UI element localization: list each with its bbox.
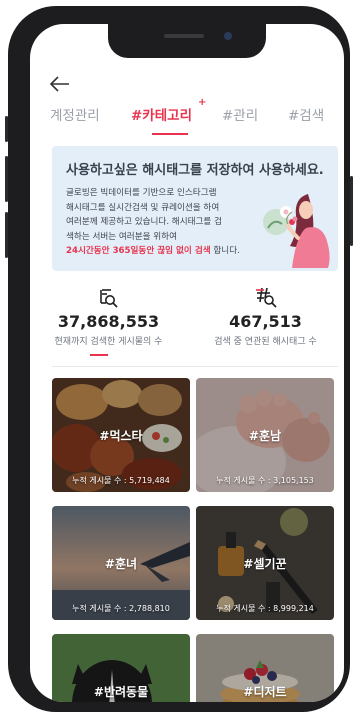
phone-frame: 계정관리 #카테고리 + #관리 #검색 사용하고싶은 해시태그를 저장하여 사…: [5, 6, 353, 712]
tab-bar: 계정관리 #카테고리 + #관리 #검색: [30, 97, 344, 142]
category-card[interactable]: #디저트: [196, 634, 334, 702]
info-line: 해시태그를 실시간검색 및 큐레이션을 하여: [66, 202, 220, 213]
tab-account[interactable]: 계정관리: [50, 104, 100, 124]
stat-label: 현재까지 검색한 게시물의 수: [54, 337, 163, 347]
category-tag: #디저트: [243, 685, 287, 699]
info-highlight-line: 24시간동안 365일동안 끊임 없이 검색 합니다.: [66, 244, 266, 259]
category-post-count: 누적 게시물 수 : 3,105,153: [216, 476, 314, 485]
category-tag: #셀기꾼: [243, 557, 287, 571]
volume-up-button: [5, 156, 8, 202]
stat-searched-posts: 37,868,553 현재까지 검색한 게시물의 수: [30, 286, 187, 347]
category-tag: #먹스타: [99, 429, 143, 443]
statistics-row: 37,868,553 현재까지 검색한 게시물의 수 467,513 검색 중 …: [30, 286, 344, 366]
arrow-left-icon[interactable]: [48, 72, 72, 96]
camera-icon: [224, 32, 232, 40]
section-divider: [52, 366, 338, 367]
category-tag: #훈남: [248, 429, 282, 443]
speaker-grille: [164, 34, 204, 38]
category-post-count: 누적 게시물 수 : 2,788,810: [72, 604, 170, 613]
category-card[interactable]: #먹스타 누적 게시물 수 : 5,719,484: [52, 378, 190, 492]
info-line: 여러분께 제공하고 있습니다. 해시태그를 검: [66, 217, 222, 228]
search-list-icon: [99, 289, 118, 308]
category-card[interactable]: #셀기꾼 누적 게시물 수 : 8,999,214: [196, 506, 334, 620]
stat-value: 467,513: [229, 312, 302, 331]
category-post-count: 누적 게시물 수 : 8,999,214: [216, 604, 314, 613]
category-card[interactable]: #훈녀 누적 게시물 수 : 2,788,810: [52, 506, 190, 620]
info-description: 글로빙은 빅데이터를 기반으로 인스타그램 해시태그를 실시간검색 및 큐레이션…: [66, 186, 266, 259]
tab-new-badge: +: [198, 97, 207, 108]
volume-down-button: [5, 212, 8, 258]
phone-notch: [108, 24, 266, 58]
info-highlight-suffix: 합니다.: [210, 246, 240, 257]
stat-label: 검색 중 연관된 해시태그 수: [214, 337, 317, 347]
category-tag: #반려동물: [93, 685, 149, 699]
info-banner: 사용하고싶은 해시태그를 저장하여 사용하세요. 글로빙은 빅데이터를 기반으로…: [52, 146, 338, 271]
tab-manage[interactable]: #관리: [222, 104, 258, 124]
woman-smelling-flower-illustration: [263, 194, 330, 268]
info-title: 사용하고싶은 해시태그를 저장하여 사용하세요.: [66, 163, 324, 178]
active-tab-indicator: [152, 133, 188, 135]
category-tag: #훈녀: [104, 557, 138, 571]
category-card[interactable]: #반려동물: [52, 634, 190, 702]
category-card[interactable]: #훈남 누적 게시물 수 : 3,105,153: [196, 378, 334, 492]
mute-switch: [5, 116, 8, 142]
hashtag-search-icon: [255, 287, 277, 308]
tab-category[interactable]: #카테고리: [131, 104, 192, 124]
info-highlight: 24시간동안 365일동안 끊임 없이 검색: [66, 246, 211, 257]
tab-search[interactable]: #검색: [288, 104, 324, 124]
info-line: 색하는 서버는 여러분을 위하여: [66, 231, 177, 242]
stat-value: 37,868,553: [57, 312, 160, 331]
power-button: [350, 176, 353, 246]
app-screen: 계정관리 #카테고리 + #관리 #검색 사용하고싶은 해시태그를 저장하여 사…: [30, 24, 344, 702]
category-post-count: 누적 게시물 수 : 5,719,484: [72, 476, 170, 485]
stat-related-hashtags: 467,513 검색 중 연관된 해시태그 수: [187, 286, 344, 347]
stat-indicator: [90, 354, 108, 356]
info-line: 글로빙은 빅데이터를 기반으로 인스타그램: [66, 188, 217, 198]
